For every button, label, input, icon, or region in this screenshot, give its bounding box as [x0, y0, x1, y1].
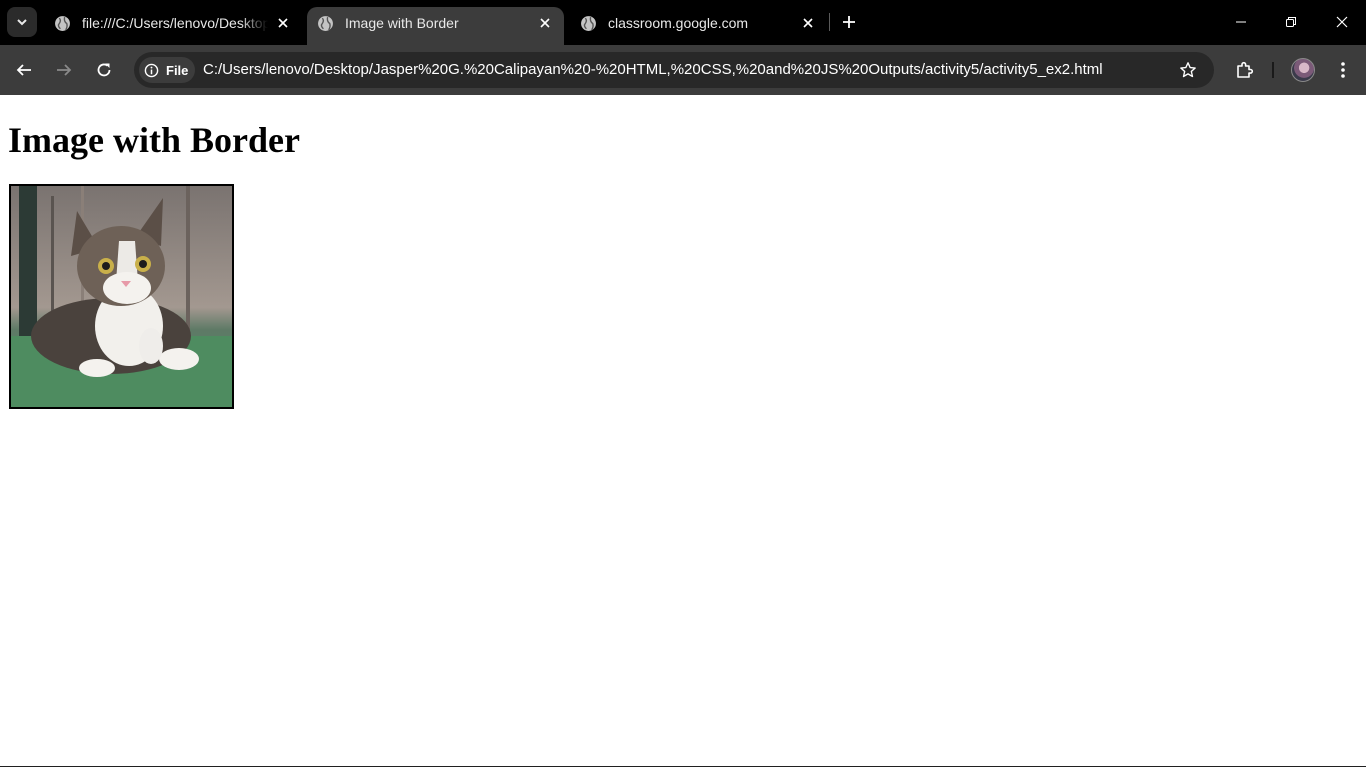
globe-icon: [55, 16, 70, 31]
plus-icon: [843, 16, 855, 28]
puzzle-icon: [1237, 61, 1254, 78]
bookmark-button[interactable]: [1176, 58, 1200, 82]
profile-avatar[interactable]: [1291, 58, 1315, 82]
tab-search-button[interactable]: [7, 7, 37, 37]
info-icon: [144, 63, 159, 77]
new-tab-button[interactable]: [837, 10, 861, 34]
url-text[interactable]: C:/Users/lenovo/Desktop/Jasper%20G.%20Ca…: [203, 61, 1103, 79]
page-content: Image with Border: [0, 95, 1366, 767]
close-window-button[interactable]: [1327, 8, 1357, 36]
reload-button[interactable]: [91, 57, 117, 83]
arrow-left-icon: [16, 64, 31, 76]
close-icon[interactable]: [535, 13, 555, 33]
restore-button[interactable]: [1276, 8, 1306, 36]
back-button[interactable]: [11, 57, 37, 83]
chevron-down-icon: [17, 19, 27, 26]
globe-icon: [318, 16, 333, 31]
close-icon[interactable]: [798, 13, 818, 33]
minimize-button[interactable]: [1226, 8, 1256, 36]
page-heading: Image with Border: [8, 120, 300, 160]
restore-icon: [1286, 17, 1296, 27]
toolbar-separator: [1272, 62, 1274, 78]
tab-image-with-border[interactable]: Image with Border: [307, 7, 564, 45]
star-icon: [1180, 62, 1196, 78]
reload-icon: [97, 63, 111, 77]
site-chip-label: File: [166, 62, 189, 78]
globe-icon: [581, 16, 596, 31]
browser-menu-button[interactable]: [1330, 57, 1356, 83]
tab-title: file:///C:/Users/lenovo/Desktop/: [82, 15, 268, 31]
address-bar[interactable]: File C:/Users/lenovo/Desktop/Jasper%20G.…: [134, 52, 1214, 88]
site-info-chip[interactable]: File: [139, 57, 195, 83]
forward-button[interactable]: [51, 57, 77, 83]
minimize-icon: [1236, 21, 1246, 23]
arrow-right-icon: [57, 64, 72, 76]
close-icon[interactable]: [273, 13, 293, 33]
more-vert-icon: [1341, 62, 1345, 78]
tab-separator: [829, 13, 830, 31]
kitten-image: [9, 184, 234, 409]
extensions-button[interactable]: [1232, 57, 1258, 83]
tab-strip: file:///C:/Users/lenovo/Desktop/ Image w…: [0, 0, 1366, 45]
tab-file-path[interactable]: file:///C:/Users/lenovo/Desktop/: [44, 7, 306, 45]
toolbar: File C:/Users/lenovo/Desktop/Jasper%20G.…: [0, 45, 1366, 95]
close-icon: [1336, 16, 1348, 28]
tab-classroom[interactable]: classroom.google.com: [570, 7, 828, 45]
tab-title: classroom.google.com: [608, 15, 749, 31]
tab-title: Image with Border: [345, 15, 459, 31]
